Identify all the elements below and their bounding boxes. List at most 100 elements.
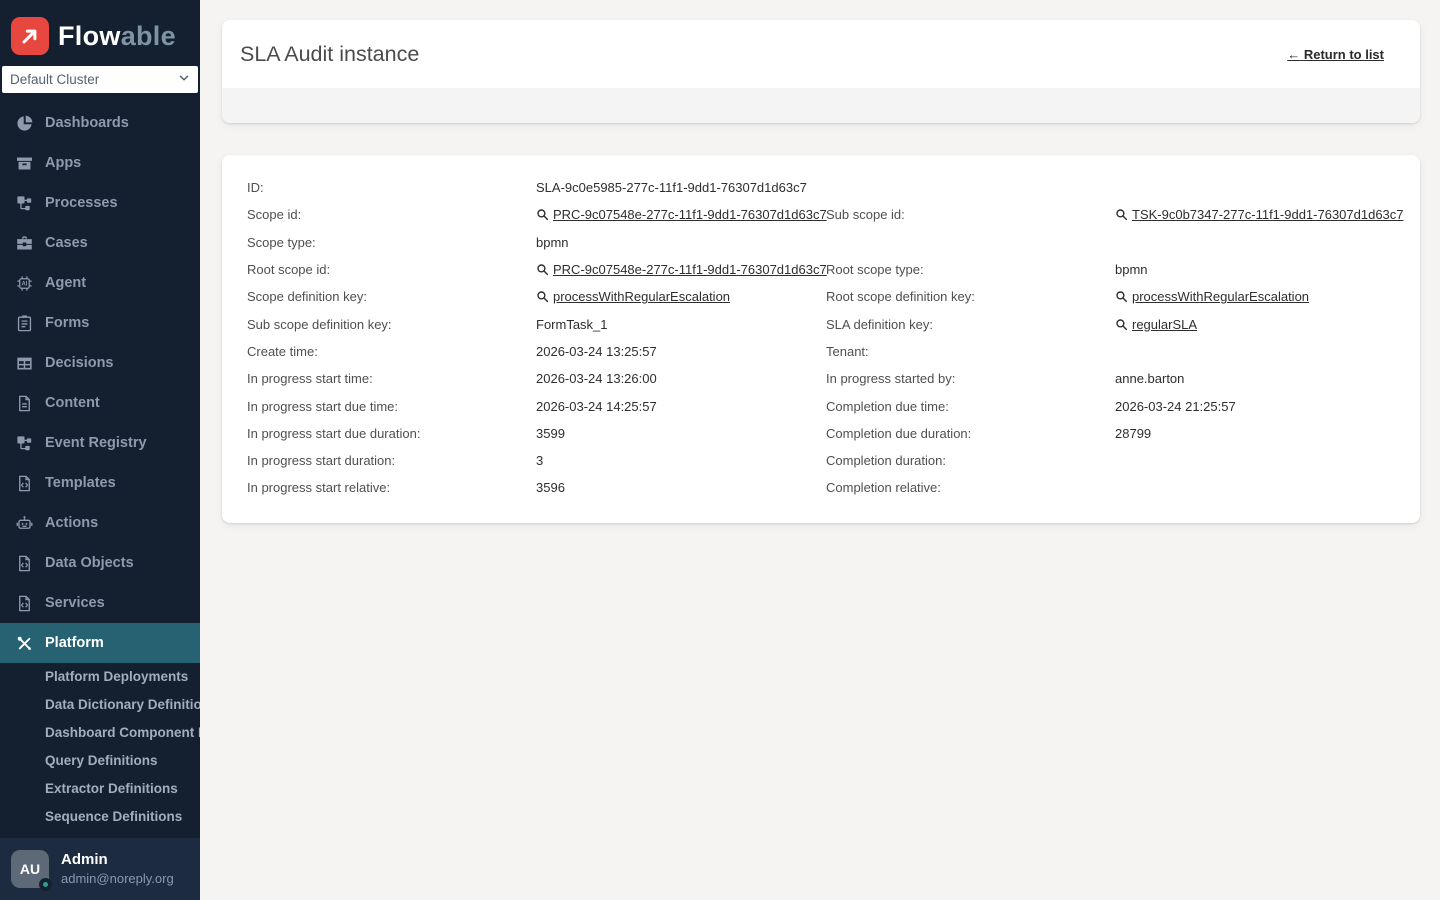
sidebar-item-label: Forms (45, 315, 89, 331)
sidebar-item-label: Event Registry (45, 435, 147, 451)
sidebar-item-cases[interactable]: Cases (0, 223, 200, 263)
detail-cell-right: Root scope definition key: processWithReg… (826, 289, 1395, 304)
sidebar-item-data-objects[interactable]: Data Objects (0, 543, 200, 583)
code-file-icon (15, 594, 34, 613)
detail-row: Scope type:bpmn (247, 229, 1395, 256)
field-label: SLA definition key: (826, 317, 1115, 332)
sidebar-item-services[interactable]: Services (0, 583, 200, 623)
field-label: In progress started by: (826, 371, 1115, 386)
field-label: Scope id: (247, 207, 536, 222)
field-value-link[interactable]: PRC-9c07548e-277c-11f1-9dd1-76307d1d63c7 (536, 262, 827, 277)
sidebar-item-label: Actions (45, 515, 98, 531)
field-value: SLA-9c0e5985-277c-11f1-9dd1-76307d1d63c7 (536, 180, 807, 195)
field-value: PRC-9c07548e-277c-11f1-9dd1-76307d1d63c7 (553, 207, 827, 222)
submenu-item-platform-deployments[interactable]: Platform Deployments (0, 663, 200, 691)
field-label: Completion relative: (826, 480, 1115, 495)
detail-row: Scope definition key: processWithRegularE… (247, 283, 1395, 310)
avatar-initials: AU (20, 861, 40, 877)
field-value: 2026-03-24 21:25:57 (1115, 399, 1236, 414)
field-label: Completion due duration: (826, 426, 1115, 441)
cluster-select[interactable]: Default Cluster (2, 66, 198, 93)
magnifier-icon (1115, 290, 1128, 303)
submenu-item-extractor-definitions[interactable]: Extractor Definitions (0, 775, 200, 803)
sidebar-item-label: Platform (45, 635, 104, 651)
detail-cell-left: Sub scope definition key:FormTask_1 (247, 317, 826, 332)
code-file-icon (15, 474, 34, 493)
page-header-top: SLA Audit instance ← Return to list (222, 20, 1420, 88)
field-value: processWithRegularEscalation (1132, 289, 1309, 304)
field-value-link[interactable]: TSK-9c0b7347-277c-11f1-9dd1-76307d1d63c7 (1115, 207, 1404, 222)
field-label: In progress start time: (247, 371, 536, 386)
field-label: Root scope definition key: (826, 289, 1115, 304)
sidebar-item-label: Dashboards (45, 115, 129, 131)
header-toolbar-strip (222, 88, 1420, 123)
field-value-link[interactable]: processWithRegularEscalation (1115, 289, 1309, 304)
sidebar-item-processes[interactable]: Processes (0, 183, 200, 223)
submenu-item-query-definitions[interactable]: Query Definitions (0, 747, 200, 775)
field-value: 2026-03-24 13:25:57 (536, 344, 657, 359)
box-icon (15, 154, 34, 173)
sidebar-item-apps[interactable]: Apps (0, 143, 200, 183)
submenu-item-dashboard-component-definitions[interactable]: Dashboard Component Definitions (0, 719, 200, 747)
detail-cell-right: Completion due duration:28799 (826, 426, 1395, 441)
sidebar-item-dashboards[interactable]: Dashboards (0, 103, 200, 143)
detail-row: Create time:2026-03-24 13:25:57Tenant: (247, 338, 1395, 365)
field-label: Root scope id: (247, 262, 536, 277)
sidebar-item-platform[interactable]: Platform (0, 623, 200, 663)
sidebar-item-label: Cases (45, 235, 88, 251)
detail-cell-left: In progress start due duration:3599 (247, 426, 826, 441)
sidebar: Flowable Default Cluster DashboardsAppsP… (0, 0, 200, 900)
detail-row: Sub scope definition key:FormTask_1SLA d… (247, 310, 1395, 337)
sidebar-item-event-registry[interactable]: Event Registry (0, 423, 200, 463)
detail-cell-left: In progress start duration:3 (247, 453, 826, 468)
field-value: bpmn (1115, 262, 1148, 277)
sitemap-icon (15, 434, 34, 453)
field-label: Completion duration: (826, 453, 1115, 468)
status-dot-icon (39, 878, 52, 891)
sidebar-item-decisions[interactable]: Decisions (0, 343, 200, 383)
magnifier-icon (536, 263, 549, 276)
field-label: Sub scope definition key: (247, 317, 536, 332)
magnifier-icon (536, 290, 549, 303)
magnifier-icon (1115, 208, 1128, 221)
sidebar-item-label: Services (45, 595, 105, 611)
sidebar-item-label: Agent (45, 275, 86, 291)
sidebar-item-actions[interactable]: Actions (0, 503, 200, 543)
ai-chip-icon: AI (15, 274, 34, 293)
sidebar-item-templates[interactable]: Templates (0, 463, 200, 503)
cluster-select-wrap: Default Cluster (2, 66, 198, 93)
field-label: Scope definition key: (247, 289, 536, 304)
detail-cell-right: In progress started by:anne.barton (826, 371, 1395, 386)
detail-cell-left: Scope type:bpmn (247, 235, 826, 250)
brand-text: Flowable (58, 23, 176, 50)
field-value: 2026-03-24 14:25:57 (536, 399, 657, 414)
user-footer[interactable]: AU Admin admin@noreply.org (0, 838, 200, 900)
user-name: Admin (61, 851, 174, 870)
submenu-item-data-dictionary-definitions[interactable]: Data Dictionary Definitions (0, 691, 200, 719)
detail-row: In progress start duration:3Completion d… (247, 447, 1395, 474)
sidebar-item-agent[interactable]: AI Agent (0, 263, 200, 303)
field-label: Scope type: (247, 235, 536, 250)
field-value-link[interactable]: PRC-9c07548e-277c-11f1-9dd1-76307d1d63c7 (536, 207, 827, 222)
sidebar-item-label: Decisions (45, 355, 114, 371)
detail-cell-left: In progress start time:2026-03-24 13:26:… (247, 371, 826, 386)
submenu-item-sequence-definitions[interactable]: Sequence Definitions (0, 803, 200, 831)
sidebar-item-forms[interactable]: Forms (0, 303, 200, 343)
detail-row: In progress start due duration:3599Compl… (247, 420, 1395, 447)
detail-row: In progress start relative:3596Completio… (247, 474, 1395, 501)
field-value-link[interactable]: processWithRegularEscalation (536, 289, 730, 304)
briefcase-icon (15, 234, 34, 253)
field-value: processWithRegularEscalation (553, 289, 730, 304)
field-label: Completion due time: (826, 399, 1115, 414)
field-value: bpmn (536, 235, 569, 250)
detail-cell-left: Scope id: PRC-9c07548e-277c-11f1-9dd1-763… (247, 207, 826, 222)
detail-cell-left: ID:SLA-9c0e5985-277c-11f1-9dd1-76307d1d6… (247, 180, 826, 195)
table-icon (15, 354, 34, 373)
sidebar-item-content[interactable]: Content (0, 383, 200, 423)
field-label: In progress start due duration: (247, 426, 536, 441)
field-value-link[interactable]: regularSLA (1115, 317, 1197, 332)
field-label: In progress start duration: (247, 453, 536, 468)
detail-row: In progress start time:2026-03-24 13:26:… (247, 365, 1395, 392)
return-to-list-link[interactable]: ← Return to list (1287, 47, 1384, 62)
field-value: 3599 (536, 426, 565, 441)
